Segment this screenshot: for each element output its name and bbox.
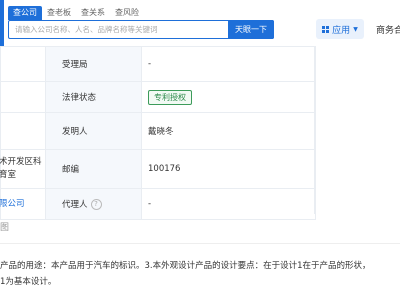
table-row: 限公司 代理人? - bbox=[0, 188, 316, 220]
tab-risk[interactable]: 查风险 bbox=[110, 6, 144, 20]
row-label: 发明人 bbox=[45, 112, 142, 150]
left-cell bbox=[0, 46, 46, 82]
address-fragment-line1: 术开发区科 bbox=[0, 157, 42, 167]
search-type-tabs: 查公司 查老板 查关系 查风险 bbox=[8, 6, 144, 20]
caret-down-icon: ▼ bbox=[353, 25, 358, 33]
section-title: 图 bbox=[0, 223, 10, 233]
nav-business-link[interactable]: 商务合 bbox=[376, 23, 400, 36]
row-value-cell: 专利授权 bbox=[141, 81, 316, 113]
row-value: - bbox=[141, 46, 316, 82]
grid-icon bbox=[322, 25, 330, 33]
description-line: 产品的用途：本产品用于汽车的标识。3.本外观设计产品的设计要点：在于设计1在于产… bbox=[0, 261, 371, 271]
agency-link[interactable]: 限公司 bbox=[0, 198, 45, 211]
app-menu-label: 应用 bbox=[332, 25, 351, 36]
description-line: 1为基本设计。 bbox=[0, 277, 57, 287]
help-icon[interactable]: ? bbox=[90, 199, 102, 210]
left-cell bbox=[0, 81, 46, 113]
patent-description: 产品的用途：本产品用于汽车的标识。3.本外观设计产品的设计要点：在于设计1在于产… bbox=[0, 258, 400, 290]
table-row: 术开发区科 育室 邮编 100176 bbox=[0, 149, 316, 189]
table-row: 发明人 戴晓冬 bbox=[0, 112, 316, 150]
top-header: 查公司 查老板 查关系 查风险 × 天眼一下 应用 ▼ 商务合 bbox=[0, 0, 400, 46]
left-cell: 术开发区科 育室 bbox=[0, 149, 46, 189]
logo-fragment[interactable] bbox=[0, 0, 4, 46]
app-menu-button[interactable]: 应用 ▼ bbox=[316, 19, 364, 39]
row-label: 受理局 bbox=[45, 46, 142, 82]
row-label: 法律状态 bbox=[45, 81, 142, 113]
row-value: 戴晓冬 bbox=[141, 112, 316, 150]
row-label: 邮编 bbox=[45, 149, 142, 189]
status-badge: 专利授权 bbox=[148, 89, 192, 105]
row-value: 100176 bbox=[141, 149, 316, 189]
tab-relation[interactable]: 查关系 bbox=[76, 6, 110, 20]
row-label: 代理人 bbox=[62, 200, 88, 210]
patent-info-table: 受理局 - 法律状态 专利授权 发明人 戴晓冬 术开发区科 育室 邮编 1001… bbox=[0, 46, 316, 220]
address-fragment-line2: 育室 bbox=[0, 170, 17, 180]
row-value: - bbox=[141, 188, 316, 220]
search-button[interactable]: 天眼一下 bbox=[228, 20, 274, 39]
left-cell bbox=[0, 112, 46, 150]
divider bbox=[0, 243, 400, 244]
tab-company[interactable]: 查公司 bbox=[8, 6, 42, 20]
left-cell: 限公司 bbox=[0, 188, 46, 220]
table-row: 法律状态 专利授权 bbox=[0, 81, 316, 113]
search-input[interactable] bbox=[9, 21, 257, 38]
table-row: 受理局 - bbox=[0, 46, 316, 82]
table-right-border bbox=[314, 46, 315, 214]
row-label-cell: 代理人? bbox=[45, 188, 142, 220]
tab-boss[interactable]: 查老板 bbox=[42, 6, 76, 20]
